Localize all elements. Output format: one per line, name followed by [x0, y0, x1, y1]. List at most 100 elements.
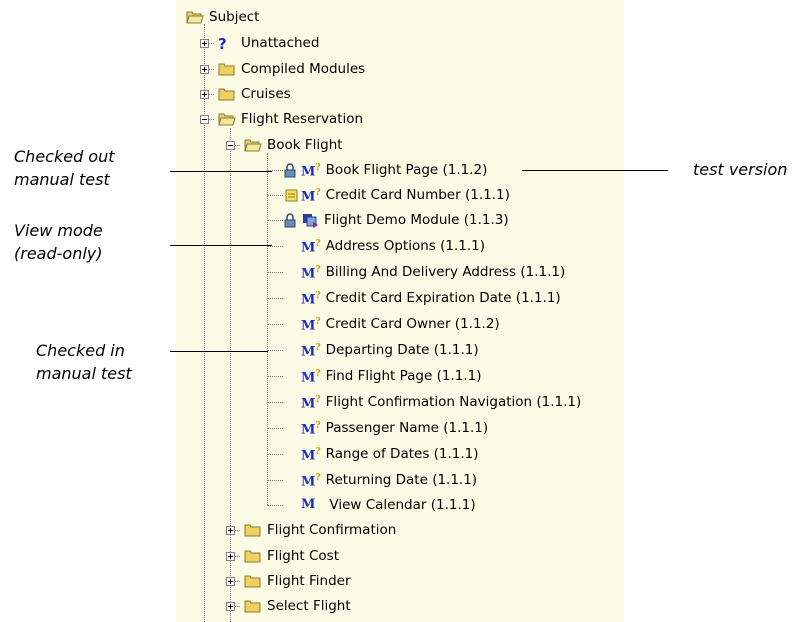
tree-node-flight-finder[interactable]: Flight Finder	[244, 570, 351, 592]
tree-node-label: Book Flight	[267, 137, 343, 153]
tree-connector	[267, 505, 283, 506]
tree-guide-line-level2	[230, 128, 231, 622]
annotation-pointer	[170, 171, 272, 172]
tree-node-book-flight[interactable]: Book Flight	[244, 134, 343, 156]
annotation-line: View mode	[14, 221, 103, 240]
manual-test-icon: M?	[301, 446, 321, 464]
tree-node-label: Billing And Delivery Address (1.1.1)	[325, 264, 566, 280]
tree-node-subject[interactable]: Subject	[186, 6, 259, 28]
annotation-test-version: test version	[693, 160, 788, 179]
tree-node-cruises[interactable]: Cruises	[218, 83, 291, 105]
tree-node-label: Credit Card Number (1.1.1)	[325, 187, 510, 203]
tree-node-label: Address Options (1.1.1)	[325, 238, 485, 254]
folder-icon	[218, 61, 236, 77]
collapse-toggle-book-flight[interactable]	[226, 141, 235, 150]
tree-node-flight-reservation[interactable]: Flight Reservation	[218, 108, 363, 130]
tree-node-label: Book Flight Page (1.1.2)	[325, 162, 488, 178]
expand-toggle-compiled-modules[interactable]	[200, 65, 209, 74]
tree-connector	[267, 454, 283, 455]
tree-connector	[267, 376, 283, 377]
question-icon: ?	[218, 35, 227, 53]
module-icon: M	[301, 497, 316, 512]
expand-toggle-flight-cost[interactable]	[226, 552, 235, 561]
manual-test-icon: M?	[301, 290, 321, 308]
tree-node-compiled-modules[interactable]: Compiled Modules	[218, 58, 365, 80]
checked-out-lock-icon	[283, 162, 301, 178]
annotation-line: Checked in	[36, 341, 125, 360]
tree-node-test-flight-demo-module[interactable]: Flight Demo Module (1.1.3)	[283, 209, 509, 231]
expand-toggle-unattached[interactable]	[200, 39, 209, 48]
manual-test-icon: M?	[301, 238, 321, 256]
tree-connector	[267, 272, 283, 273]
tree-node-test-view-calendar[interactable]: M View Calendar (1.1.1)	[301, 494, 476, 516]
tree-node-test-credit-card-number[interactable]: M? Credit Card Number (1.1.1)	[283, 184, 510, 206]
tree-connector	[267, 428, 283, 429]
folder-icon	[218, 86, 236, 102]
collapse-toggle-flight-reservation[interactable]	[200, 115, 209, 124]
tree-node-unattached[interactable]: ? Unattached	[218, 32, 319, 54]
tree-node-label: Subject	[209, 9, 260, 25]
tree-node-test-address-options[interactable]: M? Address Options (1.1.1)	[301, 235, 485, 257]
folder-open-icon	[218, 111, 236, 127]
tree-node-test-passenger-name[interactable]: M? Passenger Name (1.1.1)	[301, 417, 488, 439]
folder-open-icon	[244, 137, 262, 153]
tree-connector	[267, 402, 283, 403]
tree-node-test-returning-date[interactable]: M? Returning Date (1.1.1)	[301, 469, 477, 491]
tree-node-test-departing-date[interactable]: M? Departing Date (1.1.1)	[301, 339, 479, 361]
tree-node-test-find-flight-page[interactable]: M? Find Flight Page (1.1.1)	[301, 365, 481, 387]
tree-node-label: Flight Cost	[267, 548, 339, 564]
tree-node-label: Flight Confirmation	[267, 522, 397, 538]
tree-node-select-flight[interactable]: Select Flight	[244, 595, 351, 617]
annotation-line: Checked out	[14, 147, 115, 166]
manual-test-icon: M?	[301, 342, 321, 360]
tree-guide-line-level1	[204, 24, 205, 622]
test-plan-tree: Subject ? Unattached Compiled Modules Cr…	[176, 0, 624, 622]
annotation-line: manual test	[36, 364, 132, 383]
folder-icon	[244, 522, 262, 538]
tree-connector	[267, 246, 283, 247]
manual-test-icon: M?	[301, 472, 321, 490]
tree-node-label: Flight Finder	[267, 573, 351, 589]
tree-node-test-flight-confirmation-navigation[interactable]: M? Flight Confirmation Navigation (1.1.1…	[301, 391, 581, 413]
tree-connector	[267, 298, 283, 299]
tree-node-label: Range of Dates (1.1.1)	[325, 446, 479, 462]
tree-node-label: Flight Confirmation Navigation (1.1.1)	[325, 394, 582, 410]
tree-node-test-range-of-dates[interactable]: M? Range of Dates (1.1.1)	[301, 443, 479, 465]
tree-node-label: Credit Card Owner (1.1.2)	[325, 316, 500, 332]
manual-test-icon: M?	[301, 264, 321, 282]
tree-node-test-credit-card-expiration[interactable]: M? Credit Card Expiration Date (1.1.1)	[301, 287, 561, 309]
annotation-checked-in: Checked in manual test	[36, 339, 132, 385]
view-mode-icon	[283, 187, 301, 203]
annotation-view-mode: View mode (read-only)	[14, 219, 103, 265]
tree-node-label: Flight Reservation	[241, 111, 364, 127]
expand-toggle-select-flight[interactable]	[226, 602, 235, 611]
tree-node-label: Compiled Modules	[241, 61, 366, 77]
expand-toggle-flight-finder[interactable]	[226, 577, 235, 586]
tree-node-label: View Calendar (1.1.1)	[329, 497, 476, 513]
tree-node-label: Unattached	[241, 35, 320, 51]
checked-out-lock-icon	[283, 212, 301, 228]
annotation-pointer	[522, 170, 668, 171]
tree-node-test-billing-delivery-address[interactable]: M? Billing And Delivery Address (1.1.1)	[301, 261, 565, 283]
manual-test-icon: M?	[301, 187, 321, 205]
folder-icon	[244, 573, 262, 589]
annotation-checked-out: Checked out manual test	[14, 145, 115, 191]
expand-toggle-cruises[interactable]	[200, 90, 209, 99]
manual-test-icon: M?	[301, 162, 321, 180]
business-component-icon	[301, 212, 319, 228]
manual-test-icon: M?	[301, 420, 321, 438]
tree-node-flight-cost[interactable]: Flight Cost	[244, 545, 339, 567]
tree-node-label: Select Flight	[267, 598, 351, 614]
tree-node-label: Flight Demo Module (1.1.3)	[324, 212, 509, 228]
annotation-line: (read-only)	[14, 244, 103, 263]
folder-open-icon	[186, 9, 204, 25]
tree-node-flight-confirmation[interactable]: Flight Confirmation	[244, 519, 396, 541]
annotation-line: manual test	[14, 170, 110, 189]
manual-test-icon: M?	[301, 394, 321, 412]
tree-connector	[267, 220, 283, 221]
tree-node-label: Returning Date (1.1.1)	[325, 472, 478, 488]
manual-test-icon: M?	[301, 316, 321, 334]
expand-toggle-flight-confirmation[interactable]	[226, 526, 235, 535]
tree-node-test-book-flight-page[interactable]: M? Book Flight Page (1.1.2)	[283, 159, 487, 181]
tree-node-test-credit-card-owner[interactable]: M? Credit Card Owner (1.1.2)	[301, 313, 500, 335]
